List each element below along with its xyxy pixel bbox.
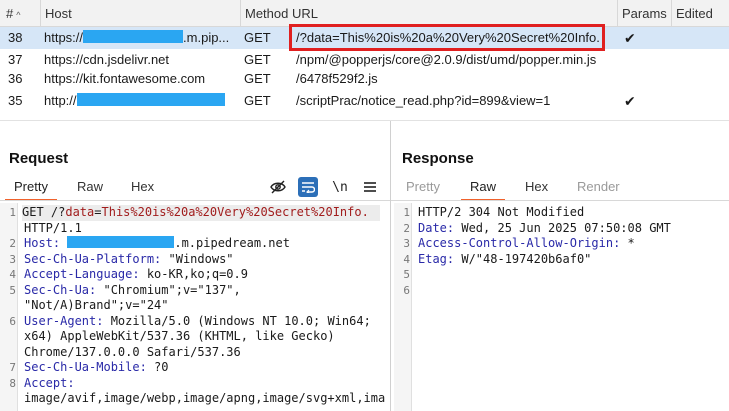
header-accept-language: Accept-Language: ko-KR,ko;q=0.9 xyxy=(24,267,248,281)
row-host: https://kit.fontawesome.com xyxy=(44,71,206,86)
table-row[interactable]: 38 https:// .m.pip... GET /?data=This%20i… xyxy=(0,27,729,49)
tab-response-raw[interactable]: Raw xyxy=(461,175,506,201)
response-tabs-underline xyxy=(391,200,729,201)
header-host: Host: .m.pipedream.net xyxy=(24,236,290,250)
row-url: /scriptPrac/notice_read.php?id=899&view=… xyxy=(296,93,551,108)
params-check-icon xyxy=(624,68,654,90)
pane-splitter[interactable] xyxy=(390,121,391,411)
query-param-value: This%20is%20a%20Very%20Secret%20Info. xyxy=(101,205,369,219)
line-number: 6 xyxy=(9,314,16,328)
hamburger-menu-icon[interactable] xyxy=(360,177,380,197)
line-number: 6 xyxy=(403,283,410,297)
line-number: 3 xyxy=(9,252,16,266)
host-prefix: https:// xyxy=(44,30,84,45)
header-continuation: "Not/A)Brand";v="24" xyxy=(24,298,169,312)
line-number: 1 xyxy=(403,206,410,219)
wrap-lines-icon[interactable] xyxy=(298,177,318,197)
host-prefix: http:// xyxy=(44,93,77,108)
header-continuation: image/avif,image/webp,image/apng,image/s… xyxy=(24,391,386,405)
redacted-host xyxy=(83,30,184,43)
tab-response-pretty[interactable]: Pretty xyxy=(397,175,449,201)
request-gutter: 1 2 3 4 5 6 7 8 xyxy=(0,203,18,411)
row-number: 36 xyxy=(8,71,23,86)
column-header-url[interactable]: URL xyxy=(292,0,617,27)
tab-request-hex[interactable]: Hex xyxy=(122,175,163,201)
newline-toggle-icon[interactable]: \n xyxy=(330,177,350,197)
header-user-agent: User-Agent: Mozilla/5.0 (Windows NT 10.0… xyxy=(24,313,371,328)
line-number: 8 xyxy=(9,376,16,390)
http-history-table: # ^ Host Method URL Params Edited 38 http… xyxy=(0,0,729,113)
panes-top-divider xyxy=(0,120,729,121)
status-line: HTTP/2 304 Not Modified xyxy=(418,205,585,219)
table-row[interactable]: 36 https://kit.fontawesome.com GET /6478… xyxy=(0,68,729,90)
request-editor[interactable]: 1 2 3 4 5 6 7 8 GET /?data=This%20is%20a… xyxy=(0,203,390,411)
table-header: # ^ Host Method URL Params Edited xyxy=(0,0,729,27)
response-editor[interactable]: 1 2 3 4 5 6 HTTP/2 304 Not Modified Date… xyxy=(394,203,729,411)
row-method: GET xyxy=(244,93,271,108)
query-param-name: data xyxy=(65,205,95,219)
eye-slash-icon[interactable] xyxy=(268,177,288,197)
tab-request-pretty[interactable]: Pretty xyxy=(5,175,57,201)
line-number: 4 xyxy=(403,252,410,266)
redacted-host xyxy=(67,236,175,248)
column-header-params[interactable]: Params xyxy=(617,0,671,27)
header-etag: Etag: W/"48-197420b6af0" xyxy=(418,251,592,266)
host-suffix: .m.pip... xyxy=(183,30,230,45)
line-number: 1 xyxy=(9,206,16,219)
header-continuation: Chrome/137.0.0.0 Safari/537.36 xyxy=(24,344,241,359)
header-date: Date: Wed, 25 Jun 2025 07:50:08 GMT xyxy=(418,220,671,235)
header-access-control-allow-origin: Access-Control-Allow-Origin: * xyxy=(418,236,635,250)
line-number: 3 xyxy=(403,237,410,250)
tab-response-hex[interactable]: Hex xyxy=(516,175,557,201)
tab-request-raw[interactable]: Raw xyxy=(68,175,112,201)
redacted-host xyxy=(76,93,225,106)
tab-response-render[interactable]: Render xyxy=(568,175,629,201)
sort-ascending-icon: ^ xyxy=(16,10,21,20)
response-gutter: 1 2 3 4 5 6 xyxy=(394,203,412,411)
params-check-icon: ✔ xyxy=(624,30,636,46)
table-row[interactable]: 35 http:// GET /scriptPrac/notice_read.p… xyxy=(0,90,729,112)
request-line: GET /?data=This%20is%20a%20Very%20Secret… xyxy=(22,205,380,221)
row-method: GET xyxy=(244,71,271,86)
line-number: 2 xyxy=(9,237,16,250)
line-number: 7 xyxy=(9,361,16,374)
header-continuation: x64) AppleWebKit/537.36 (KHTML, like Gec… xyxy=(24,329,335,343)
column-header-number[interactable]: # ^ xyxy=(0,0,40,27)
header-accept: Accept: xyxy=(24,375,75,390)
response-tabs: Pretty Raw Hex Render xyxy=(391,175,729,201)
column-header-edited[interactable]: Edited xyxy=(671,0,729,27)
row-host: http:// xyxy=(44,90,240,112)
line-number: 5 xyxy=(9,283,16,297)
header-sec-ch-ua-mobile: Sec-Ch-Ua-Mobile: ?0 xyxy=(24,360,169,374)
line-number: 2 xyxy=(403,221,410,235)
line-number: 5 xyxy=(403,268,410,281)
row-url: /?data=This%20is%20a%20Very%20Secret%20I… xyxy=(296,30,600,45)
column-header-method[interactable]: Method xyxy=(240,0,292,27)
params-check-icon: ✔ xyxy=(624,93,636,109)
header-sec-ch-ua-platform: Sec-Ch-Ua-Platform: "Windows" xyxy=(24,251,234,266)
row-host: https:// .m.pip... xyxy=(44,27,240,49)
http-version: HTTP/1.1 xyxy=(24,220,82,235)
row-number: 35 xyxy=(8,93,23,108)
line-number: 4 xyxy=(9,268,16,281)
request-title: Request xyxy=(9,150,69,167)
response-title: Response xyxy=(402,150,474,167)
column-header-host[interactable]: Host xyxy=(40,0,240,27)
row-method: GET xyxy=(244,30,271,45)
column-label: # xyxy=(6,6,14,21)
request-tabs-underline xyxy=(0,200,390,201)
header-sec-ch-ua: Sec-Ch-Ua: "Chromium";v="137", xyxy=(24,282,241,297)
row-number: 38 xyxy=(8,30,23,45)
row-url: /6478f529f2.js xyxy=(296,71,378,86)
